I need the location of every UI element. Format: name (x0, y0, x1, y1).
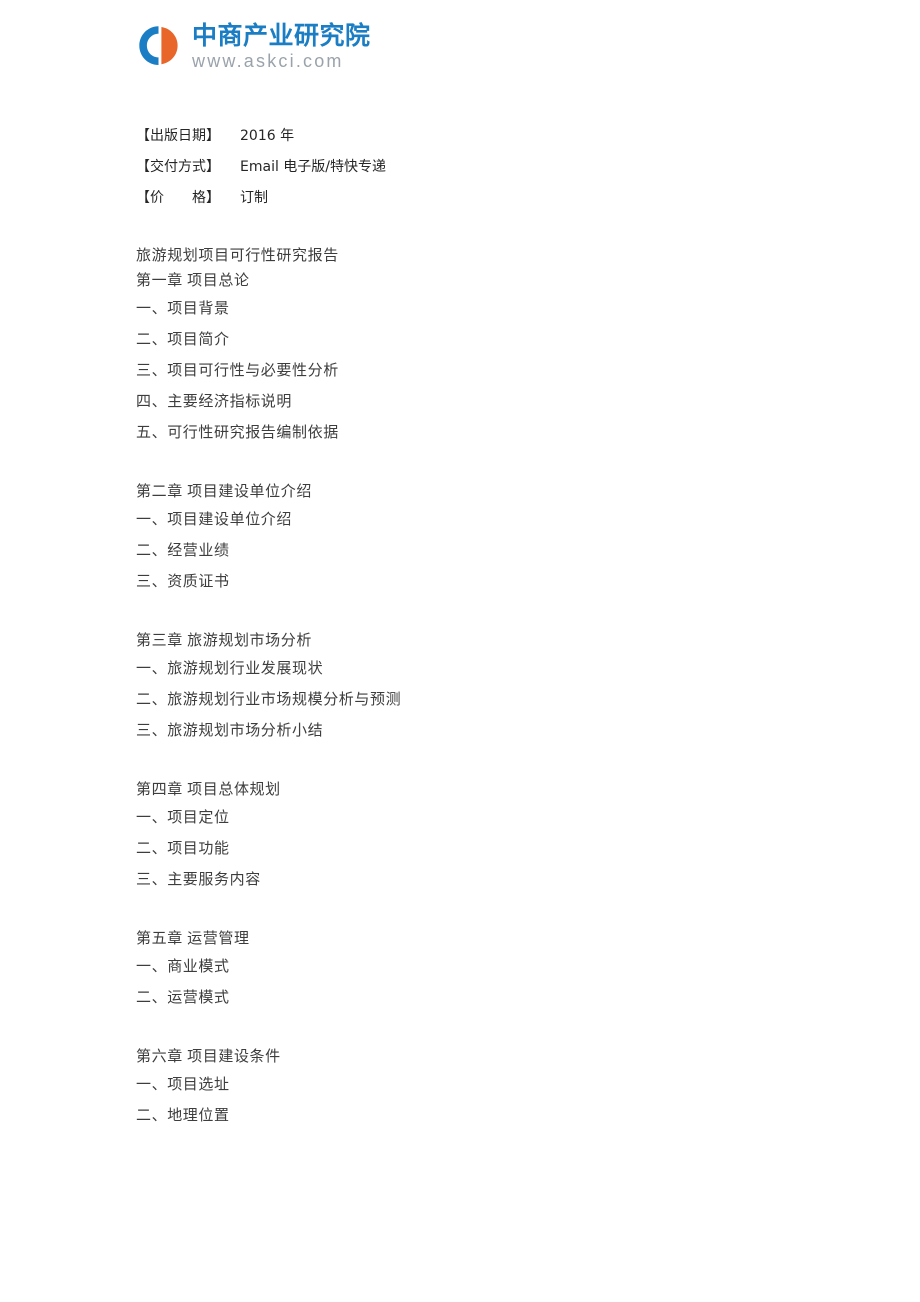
toc-item: 四、主要经济指标说明 (136, 394, 293, 410)
toc-item: 一、项目定位 (136, 810, 230, 826)
document-page: 中商产业研究院 www.askci.com 【出版日期】 2016 年 【交付方… (0, 0, 920, 1302)
toc-item: 一、商业模式 (136, 959, 230, 975)
toc-item: 二、地理位置 (136, 1108, 230, 1124)
toc-item: 三、资质证书 (136, 574, 230, 590)
toc-chapter-heading: 第三章 旅游规划市场分析 (136, 633, 312, 649)
metadata-value: 订制 (240, 190, 268, 206)
metadata-value: 2016 年 (240, 128, 295, 144)
toc-item: 一、项目背景 (136, 301, 230, 317)
report-metadata: 【出版日期】 2016 年 【交付方式】 Email 电子版/特快专递 【价 格… (136, 121, 836, 214)
toc-item: 一、旅游规划行业发展现状 (136, 661, 324, 677)
metadata-value: Email 电子版/特快专递 (240, 159, 387, 175)
metadata-row: 【交付方式】 Email 电子版/特快专递 (136, 152, 836, 183)
metadata-row: 【价 格】 订制 (136, 183, 836, 214)
toc-item: 五、可行性研究报告编制依据 (136, 425, 339, 441)
toc-section: 第四章 项目总体规划 一、项目定位 二、项目功能 三、主要服务内容 (136, 778, 856, 896)
toc-section: 第六章 项目建设条件 一、项目选址 二、地理位置 (136, 1045, 856, 1132)
toc-chapter-heading: 第四章 项目总体规划 (136, 782, 281, 798)
company-logo-header: 中商产业研究院 www.askci.com (136, 22, 371, 70)
toc-section: 第三章 旅游规划市场分析 一、旅游规划行业发展现状 二、旅游规划行业市场规模分析… (136, 629, 856, 747)
metadata-label: 【出版日期】 (136, 128, 220, 144)
toc-item: 三、主要服务内容 (136, 872, 261, 888)
toc-section: 第五章 运营管理 一、商业模式 二、运营模式 (136, 927, 856, 1014)
metadata-row: 【出版日期】 2016 年 (136, 121, 836, 152)
toc-chapter-heading: 第一章 项目总论 (136, 273, 250, 289)
toc-item: 一、项目选址 (136, 1077, 230, 1093)
document-title: 旅游规划项目可行性研究报告 (136, 248, 339, 264)
toc-chapter-heading: 第二章 项目建设单位介绍 (136, 484, 312, 500)
toc-item: 二、项目简介 (136, 332, 230, 348)
toc-item: 一、项目建设单位介绍 (136, 512, 293, 528)
metadata-label: 【价 格】 (136, 190, 220, 206)
toc-item: 三、项目可行性与必要性分析 (136, 363, 339, 379)
toc-section: 第二章 项目建设单位介绍 一、项目建设单位介绍 二、经营业绩 三、资质证书 (136, 480, 856, 598)
toc-item: 二、旅游规划行业市场规模分析与预测 (136, 692, 402, 708)
askci-logo-icon (136, 23, 182, 69)
toc-item: 二、运营模式 (136, 990, 230, 1006)
toc-section: 第一章 项目总论 一、项目背景 二、项目简介 三、项目可行性与必要性分析 四、主… (136, 269, 856, 449)
toc-item: 二、项目功能 (136, 841, 230, 857)
toc-chapter-heading: 第五章 运营管理 (136, 931, 250, 947)
company-website: www.askci.com (192, 51, 344, 71)
toc-item: 二、经营业绩 (136, 543, 230, 559)
table-of-contents: 旅游规划项目可行性研究报告 第一章 项目总论 一、项目背景 二、项目简介 三、项… (136, 244, 856, 1132)
toc-chapter-heading: 第六章 项目建设条件 (136, 1049, 281, 1065)
metadata-label: 【交付方式】 (136, 159, 220, 175)
company-name: 中商产业研究院 (192, 21, 371, 50)
toc-item: 三、旅游规划市场分析小结 (136, 723, 324, 739)
